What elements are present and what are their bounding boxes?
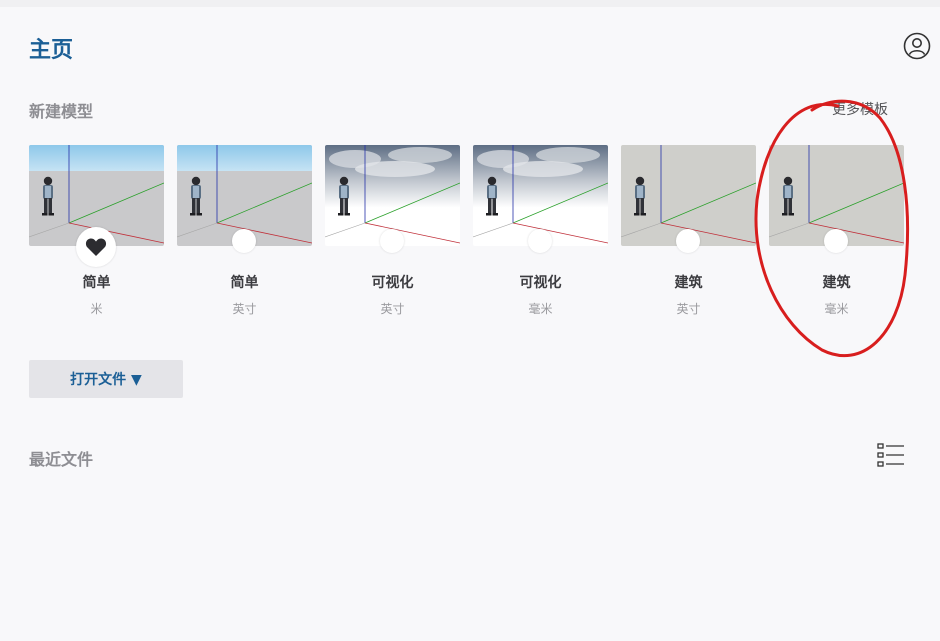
template-name: 简单 <box>230 275 259 291</box>
template-name: 可视化 <box>519 275 562 291</box>
open-file-button[interactable]: 打开文件 ▼ <box>29 360 183 398</box>
template-name: 简单 <box>82 275 111 291</box>
user-account-icon[interactable] <box>903 32 931 60</box>
template-unit: 毫米 <box>824 302 849 316</box>
template-card[interactable]: 建筑 英寸 <box>621 145 757 325</box>
template-name: 可视化 <box>371 275 414 291</box>
template-unit: 毫米 <box>528 302 553 316</box>
list-view-icon[interactable] <box>877 443 904 467</box>
template-name: 建筑 <box>674 275 703 291</box>
template-card[interactable]: 简单 英寸 <box>177 145 313 325</box>
page-title: 主页 <box>29 38 74 63</box>
template-unit: 英寸 <box>232 302 257 316</box>
favorite-heart-icon[interactable] <box>76 227 116 267</box>
more-templates-link[interactable]: 更多模板 <box>832 99 888 119</box>
recent-files-heading: 最近文件 <box>29 450 94 469</box>
template-card[interactable]: 可视化 毫米 <box>473 145 609 325</box>
template-card[interactable]: 简单 米 <box>29 145 165 325</box>
favorite-toggle-icon[interactable] <box>676 229 700 253</box>
template-card[interactable]: 可视化 英寸 <box>325 145 461 325</box>
template-unit: 英寸 <box>676 302 701 316</box>
home-page: 主页 新建模型 更多模板 简单 米 简单 英寸 可视化 英寸 可视化 毫米 建筑… <box>0 7 940 641</box>
new-model-heading: 新建模型 <box>29 102 94 121</box>
template-unit: 米 <box>90 302 103 316</box>
favorite-toggle-icon[interactable] <box>824 229 848 253</box>
favorite-toggle-icon[interactable] <box>232 229 256 253</box>
template-card[interactable]: 建筑 毫米 <box>769 145 905 325</box>
template-name: 建筑 <box>822 275 851 291</box>
template-unit: 英寸 <box>380 302 405 316</box>
favorite-toggle-icon[interactable] <box>380 229 404 253</box>
favorite-toggle-icon[interactable] <box>528 229 552 253</box>
